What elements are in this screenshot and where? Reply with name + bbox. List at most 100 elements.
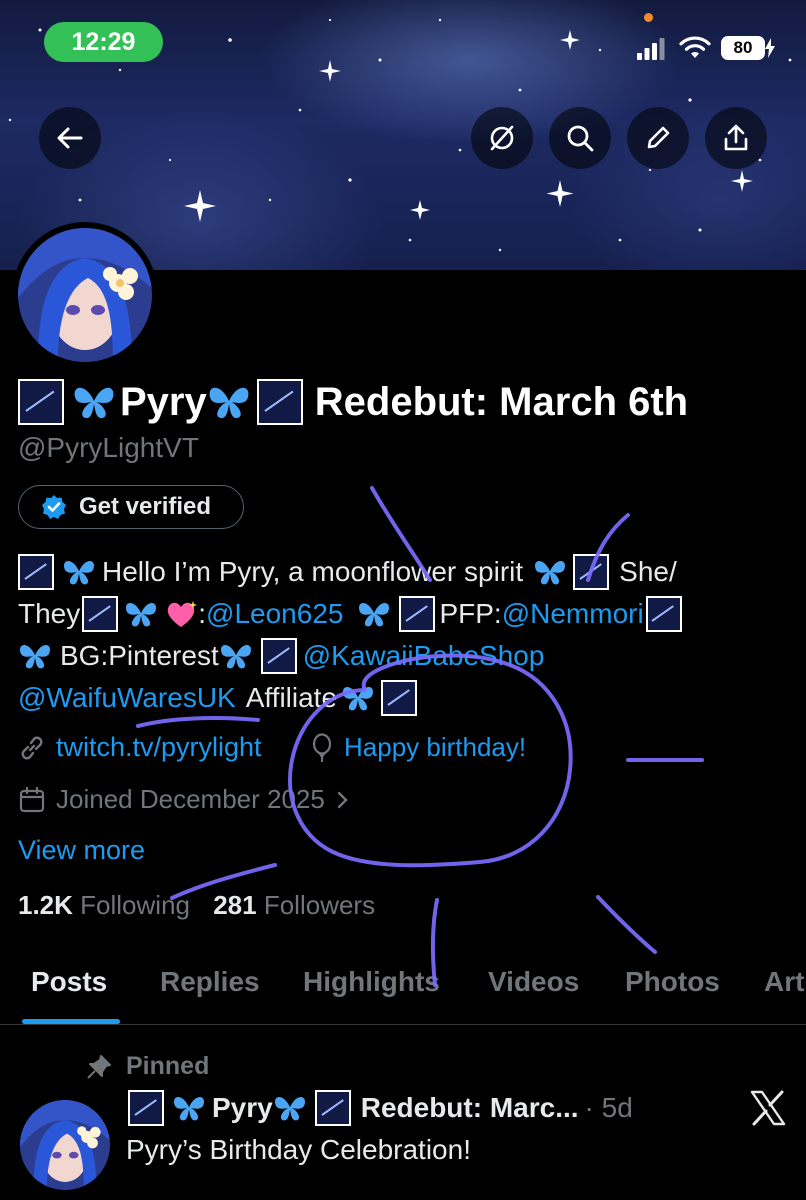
display-name-text: Pyry	[120, 379, 207, 424]
wifi-icon	[679, 36, 711, 58]
mention-link[interactable]: @Leon625	[206, 598, 343, 630]
pinned-label: Pinned	[126, 1052, 210, 1080]
post-author-suffix: Redebut: Marc...	[360, 1092, 579, 1123]
butterfly-emoji-icon	[209, 387, 249, 419]
birthday-row: Happy birthday!	[310, 732, 526, 763]
galaxy-emoji-icon	[18, 379, 64, 425]
sparkling-heart-icon	[168, 601, 198, 627]
butterfly-emoji-icon	[74, 387, 114, 419]
galaxy-emoji-icon	[18, 554, 54, 590]
follow-stats: 1.2K Following 281 Followers	[18, 890, 375, 921]
pin-icon	[87, 1054, 111, 1079]
charging-bolt-icon	[765, 38, 775, 58]
calendar-icon	[19, 786, 45, 812]
joined-date: Joined December 2025	[56, 784, 325, 814]
verified-badge-icon	[42, 495, 66, 519]
galaxy-emoji-icon	[573, 554, 610, 590]
tab-posts[interactable]: Posts	[31, 966, 107, 998]
avatar-image	[20, 1100, 110, 1190]
website-link[interactable]: twitch.tv/pyrylight	[56, 732, 262, 763]
post-author-name[interactable]: Pyry Redebut: Marc... · 5d	[128, 1090, 633, 1126]
followers-count: 281	[213, 890, 257, 920]
mention-link[interactable]: @WaifuWaresUK	[18, 682, 236, 714]
pinned-indicator: Pinned	[86, 1052, 209, 1081]
butterfly-emoji-icon	[359, 602, 390, 627]
butterfly-emoji-icon	[19, 644, 51, 669]
post-age: · 5d	[584, 1092, 633, 1123]
bio-text: Affiliate	[245, 682, 338, 713]
back-arrow-icon	[57, 127, 83, 149]
edit-button[interactable]	[627, 107, 689, 169]
bio-text: Hello I’m Pyry, a moonflower spirit	[102, 556, 524, 587]
butterfly-emoji-icon	[535, 560, 566, 585]
grok-icon	[490, 125, 514, 151]
profile-tabs: Posts Replies Highlights Videos Photos A…	[0, 952, 806, 1025]
birthday-link[interactable]: Happy birthday!	[344, 732, 526, 763]
following-label: Following	[80, 890, 190, 920]
bio-text: BG:Pinterest	[60, 640, 219, 671]
butterfly-emoji-icon	[63, 560, 95, 585]
tab-replies[interactable]: Replies	[160, 966, 260, 998]
share-button[interactable]	[705, 107, 767, 169]
profile-avatar[interactable]	[12, 222, 158, 368]
galaxy-emoji-icon	[82, 596, 119, 632]
butterfly-emoji-icon	[126, 602, 157, 627]
privacy-indicator-dot	[644, 13, 653, 22]
mention-link[interactable]: @KawaiiBabeShop	[303, 640, 545, 672]
profile-handle: @PyryLightVT	[18, 432, 199, 463]
search-icon	[567, 125, 594, 152]
pencil-icon	[647, 126, 670, 149]
tab-articles[interactable]: Art	[764, 966, 804, 998]
galaxy-emoji-icon	[256, 379, 303, 425]
butterfly-emoji-icon	[343, 686, 374, 711]
avatar-image	[18, 228, 152, 362]
status-time: 12:29	[44, 22, 163, 62]
post-text: Pyry’s Birthday Celebration!	[126, 1134, 471, 1165]
followers-label: Followers	[263, 890, 376, 920]
post-author-avatar[interactable]	[20, 1100, 110, 1190]
mention-link[interactable]: @Nemmori	[502, 598, 644, 630]
display-name-suffix: Redebut: March 6th	[314, 379, 689, 424]
galaxy-emoji-icon	[314, 1090, 351, 1126]
galaxy-emoji-icon	[399, 596, 436, 632]
search-button[interactable]	[549, 107, 611, 169]
bio-line-2: They : @Leon625 PFP: @Nemmori	[18, 594, 682, 634]
galaxy-emoji-icon	[260, 638, 297, 674]
following-count: 1.2K	[18, 890, 73, 920]
bio-text: They	[18, 598, 81, 629]
link-icon	[21, 736, 43, 759]
active-tab-indicator	[22, 1019, 120, 1024]
x-logo-icon[interactable]	[748, 1088, 788, 1128]
joined-row[interactable]: Joined December 2025	[18, 784, 351, 815]
bio-text: She/	[619, 556, 677, 587]
back-button[interactable]	[39, 107, 101, 169]
chevron-right-icon	[337, 791, 348, 808]
galaxy-emoji-icon	[381, 680, 418, 716]
butterfly-emoji-icon	[274, 1096, 305, 1121]
get-verified-label: Get verified	[79, 493, 212, 520]
following-stat[interactable]: 1.2K Following	[18, 890, 190, 920]
balloon-icon	[312, 732, 332, 762]
tab-videos[interactable]: Videos	[488, 966, 579, 998]
bio-line-4: @WaifuWaresUK Affiliate	[18, 678, 418, 718]
butterfly-emoji-icon	[173, 1096, 205, 1121]
get-verified-button[interactable]: Get verified	[18, 485, 244, 529]
bio-text: :	[198, 598, 207, 629]
website-row: twitch.tv/pyrylight	[18, 732, 262, 763]
battery-indicator: 80	[721, 36, 765, 60]
bio-line-1: Hello I’m Pyry, a moonflower spirit She/	[18, 552, 677, 592]
galaxy-emoji-icon	[645, 596, 682, 632]
tab-photos[interactable]: Photos	[625, 966, 720, 998]
galaxy-emoji-icon	[128, 1090, 164, 1126]
view-more-link[interactable]: View more	[18, 835, 145, 866]
display-name: Pyry Redebut: March 6th	[18, 376, 688, 428]
bio-line-3: BG:Pinterest @KawaiiBabeShop	[18, 636, 544, 676]
bio-text: PFP:	[439, 598, 502, 629]
cellular-signal-icon	[637, 38, 665, 60]
followers-stat[interactable]: 281 Followers	[213, 890, 375, 920]
post-author-text: Pyry	[212, 1092, 273, 1123]
share-icon	[724, 124, 748, 151]
butterfly-emoji-icon	[220, 644, 251, 669]
grok-button[interactable]	[471, 107, 533, 169]
tab-highlights[interactable]: Highlights	[303, 966, 440, 998]
